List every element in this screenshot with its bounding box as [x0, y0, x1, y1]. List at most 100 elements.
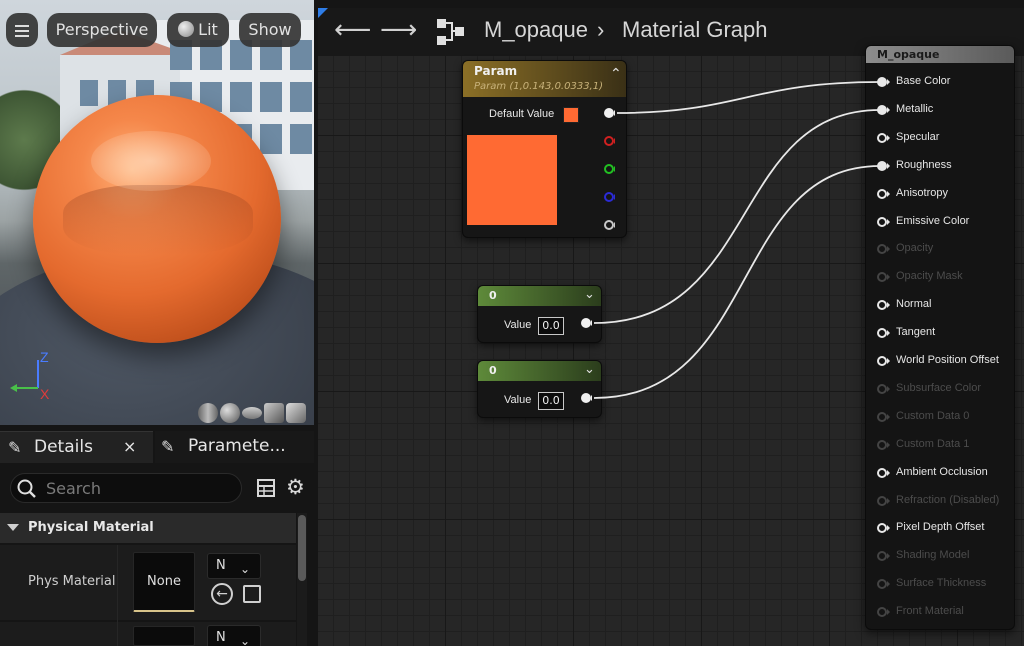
material-node-header[interactable]: M_opaque [866, 46, 1014, 63]
chevron-down-icon[interactable]: ⌄ [584, 287, 595, 302]
param-node-title: Param [474, 64, 518, 78]
sphere-icon[interactable] [220, 403, 240, 423]
phys-material-thumbnail[interactable]: None [133, 552, 195, 612]
a-output-pin[interactable] [603, 219, 615, 231]
use-selected-arrow-icon[interactable]: ← [211, 583, 233, 605]
search-input[interactable]: Search [10, 473, 242, 503]
viewport-menu-button[interactable] [6, 13, 38, 47]
material-input-label: Normal [896, 298, 932, 310]
material-input-pin [877, 551, 890, 561]
physical-material-section[interactable]: Physical Material [0, 513, 296, 543]
close-icon[interactable]: × [123, 437, 136, 456]
material-input-pin[interactable] [876, 76, 890, 88]
material-input-pin[interactable] [876, 160, 890, 172]
b-output-pin[interactable] [603, 191, 615, 203]
axis-gizmo [10, 360, 39, 392]
material-input-label: Metallic [896, 103, 934, 115]
second-combo[interactable]: N ⌄ [207, 625, 261, 646]
back-arrow-icon[interactable]: ⟵ [334, 15, 371, 45]
constant-node-metallic[interactable]: 0 ⌄ Value 0.0 [477, 285, 602, 343]
material-input-pin[interactable] [876, 299, 890, 311]
material-input-label: Anisotropy [896, 187, 948, 199]
material-input-label: Custom Data 0 [896, 410, 970, 422]
material-input-label: Surface Thickness [896, 577, 987, 589]
material-input-pin[interactable] [876, 188, 890, 200]
axis-x-label: X [40, 386, 50, 402]
material-input-pin[interactable] [876, 467, 890, 479]
material-input-pin[interactable] [876, 522, 890, 534]
combo-value-2: N [216, 630, 226, 645]
combo-value: N [216, 558, 226, 573]
sphere-highlight [91, 131, 211, 191]
roughness-output-pin[interactable] [580, 392, 592, 404]
collapse-chevron-icon[interactable]: ⌃ [610, 66, 622, 82]
material-input-pin [877, 412, 890, 422]
value-field-2[interactable]: 0.0 [538, 392, 564, 410]
cube-icon[interactable] [264, 403, 284, 423]
material-input-pin[interactable] [876, 132, 890, 144]
second-thumbnail[interactable] [133, 626, 195, 646]
material-input-pin [877, 496, 890, 506]
show-button[interactable]: Show [239, 13, 301, 47]
color-preview [467, 135, 557, 225]
r-output-pin[interactable] [603, 135, 615, 147]
material-input-pin [877, 244, 890, 254]
value-field[interactable]: 0.0 [538, 317, 564, 335]
material-input-label: Custom Data 1 [896, 438, 970, 450]
rgba-output-pin[interactable] [603, 107, 615, 119]
browse-asset-icon[interactable] [243, 585, 261, 603]
constant-node-roughness[interactable]: 0 ⌄ Value 0.0 [477, 360, 602, 418]
param-node-subtitle: Param (1,0.143,0.0333,1) [474, 81, 603, 92]
search-icon [17, 479, 36, 498]
custom-mesh-icon[interactable] [286, 403, 306, 423]
material-input-pin[interactable] [876, 327, 890, 339]
param-node[interactable]: Param Param (1,0.143,0.0333,1) ⌃ Default… [462, 60, 627, 238]
material-input-pin[interactable] [876, 104, 890, 116]
material-input-pin [877, 607, 890, 617]
details-tab[interactable]: ✎ Details × [0, 431, 153, 463]
material-input-pin[interactable] [876, 355, 890, 367]
breadcrumb-asset[interactable]: M_opaque [484, 17, 588, 43]
value-label-2: Value [504, 394, 532, 406]
metallic-output-pin[interactable] [580, 317, 592, 329]
material-input-label: Refraction (Disabled) [896, 494, 1000, 506]
axis-z-label: Z [40, 349, 49, 365]
perspective-button[interactable]: Perspective [47, 13, 157, 47]
material-input-label: Subsurface Color [896, 382, 981, 394]
details-scrollbar-thumb[interactable] [298, 515, 306, 581]
material-input-label: Specular [896, 131, 940, 143]
table-view-icon[interactable] [257, 479, 275, 497]
lit-label: Lit [198, 20, 218, 39]
value-text-2: 0.0 [542, 394, 560, 407]
settings-gear-icon[interactable]: ⚙ [286, 475, 305, 499]
value-text: 0.0 [542, 319, 560, 332]
parameters-pencil-icon: ✎ [161, 437, 175, 456]
forward-arrow-icon[interactable]: ⟶ [380, 15, 417, 45]
material-input-label: Tangent [896, 326, 936, 338]
phys-material-combo[interactable]: N ⌄ [207, 553, 261, 579]
g-output-pin[interactable] [603, 163, 615, 175]
default-value-swatch[interactable] [563, 107, 579, 123]
plane-icon[interactable] [242, 407, 262, 419]
constant-node-title-2: 0 [489, 364, 497, 377]
material-preview-viewport[interactable]: Perspective Lit Show Z X [0, 0, 314, 425]
preview-sphere [33, 95, 281, 343]
material-input-label: Front Material [896, 605, 964, 617]
graph-hierarchy-icon [437, 19, 464, 45]
details-pencil-icon: ✎ [8, 438, 22, 457]
parameters-tab[interactable]: ✎ Paramete... [155, 431, 314, 463]
sphere-reflection [63, 185, 253, 255]
constant-node-title: 0 [489, 289, 497, 302]
material-input-label: Opacity Mask [896, 270, 963, 282]
cylinder-icon[interactable] [198, 403, 218, 423]
lit-button[interactable]: Lit [167, 13, 229, 47]
search-placeholder: Search [46, 479, 101, 498]
chevron-down-icon-2: ⌄ [239, 634, 250, 646]
material-input-pin[interactable] [876, 216, 890, 228]
material-node-title: M_opaque [877, 48, 940, 61]
row-divider [117, 545, 118, 646]
breadcrumb-graph-title[interactable]: Material Graph [622, 17, 768, 43]
material-input-label: Ambient Occlusion [896, 466, 988, 478]
breadcrumb-separator-icon: › [597, 17, 605, 42]
chevron-down-icon-2[interactable]: ⌄ [584, 362, 595, 377]
